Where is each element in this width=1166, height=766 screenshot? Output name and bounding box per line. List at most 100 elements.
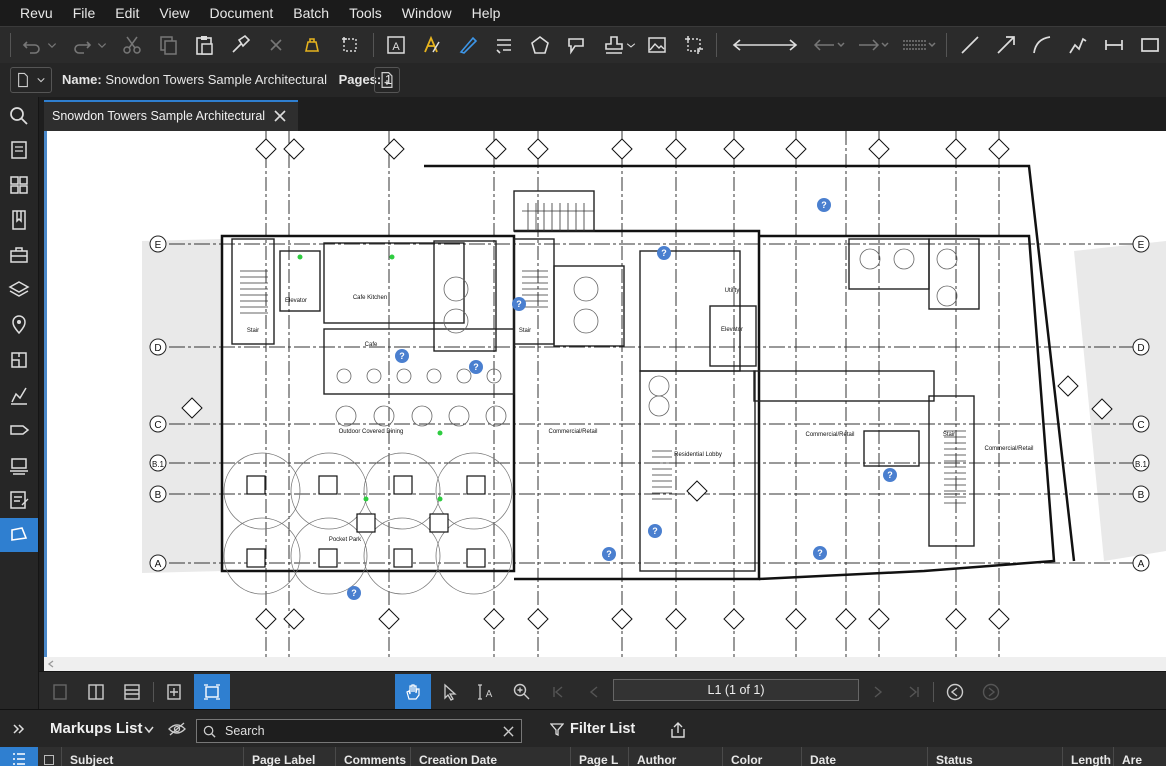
bell-icon[interactable] [298,31,326,59]
measurements-icon[interactable] [0,518,38,552]
column-header-area[interactable]: Are [1113,747,1166,766]
markups-list-title[interactable]: Markups List [50,710,143,748]
image-icon[interactable] [643,31,671,59]
previous-view-icon[interactable] [940,677,970,707]
menu-batch[interactable]: Batch [283,0,339,26]
hide-markups-icon[interactable] [167,721,187,737]
fit-width-icon[interactable] [194,674,230,710]
redo-icon[interactable] [68,31,96,59]
left-panel-bar [0,97,39,709]
toolchest-icon[interactable] [5,241,33,269]
layers-icon[interactable] [5,276,33,304]
chevron-down-icon[interactable] [143,725,155,735]
spaces-icon[interactable] [5,346,33,374]
clear-search-icon[interactable] [503,726,514,737]
typewriter-icon[interactable] [490,31,518,59]
line-style-icon[interactable] [900,31,938,59]
stamp-dropdown-icon[interactable] [624,31,638,59]
column-header-page-label[interactable]: Page Label [243,747,334,766]
rectangle-icon[interactable] [1136,31,1164,59]
format-painter-icon[interactable] [226,31,254,59]
layout-icon[interactable] [5,171,33,199]
select-text-icon[interactable]: A [471,677,501,707]
redo-dropdown-icon[interactable] [94,31,110,59]
paste-icon[interactable] [190,31,218,59]
column-header-subject[interactable]: Subject [61,747,240,766]
menu-help[interactable]: Help [462,0,511,26]
delete-icon[interactable] [262,31,290,59]
list-view-icon[interactable] [0,747,38,766]
menu-document[interactable]: Document [199,0,283,26]
next-page-icon[interactable] [863,677,893,707]
menu-edit[interactable]: Edit [105,0,149,26]
highlight-icon[interactable] [418,31,446,59]
svg-text:A: A [392,41,400,53]
callout-icon[interactable] [562,31,590,59]
file-menu-button[interactable] [10,67,52,93]
menu-file[interactable]: File [63,0,106,26]
search-icon[interactable] [5,102,33,130]
first-page-icon[interactable] [543,677,573,707]
column-header-color[interactable]: Color [722,747,801,766]
pen-icon[interactable] [454,31,482,59]
tags-icon[interactable] [5,416,33,444]
start-arrow-icon[interactable] [812,31,848,59]
add-page-button[interactable] [374,67,400,93]
undo-icon[interactable] [18,31,46,59]
arrow-icon[interactable] [992,31,1020,59]
signatures-icon[interactable] [5,381,33,409]
places-icon[interactable] [5,311,33,339]
bookmarks-icon[interactable] [5,206,33,234]
column-header-author[interactable]: Author [628,747,717,766]
export-icon[interactable] [669,721,687,739]
crop-icon[interactable] [336,31,364,59]
column-header-creation-date[interactable]: Creation Date [410,747,579,766]
page-indicator-field[interactable]: L1 (1 of 1) [613,679,859,701]
previous-page-icon[interactable] [579,677,609,707]
cut-icon[interactable] [118,31,146,59]
column-header-page-l[interactable]: Page L [570,747,621,766]
column-header-comments[interactable]: Comments [335,747,409,766]
text-box-icon[interactable]: A [382,31,410,59]
forms-icon[interactable] [5,486,33,514]
document-name: Snowdon Towers Sample Architectural [105,72,327,87]
document-tab[interactable]: Snowdon Towers Sample Architectural [44,100,298,131]
snapshot-icon[interactable] [680,31,708,59]
end-arrow-icon[interactable] [856,31,892,59]
split-horizontal-icon[interactable] [117,677,147,707]
toolbar-separator [373,33,374,57]
expand-panel-button[interactable] [0,710,38,748]
column-header-status[interactable]: Status [927,747,1056,766]
zoom-icon[interactable] [507,677,537,707]
column-header-date[interactable]: Date [801,747,920,766]
last-page-icon[interactable] [899,677,929,707]
dimension-line-icon[interactable] [730,31,800,59]
polygon-icon[interactable] [526,31,554,59]
drawing-canvas[interactable]: ??? ??? ??? ? E E D D C C B.1 B.1 B B A … [44,131,1166,657]
select-all-checkbox[interactable] [44,755,54,765]
next-view-icon[interactable] [976,677,1006,707]
arc-icon[interactable] [1028,31,1056,59]
polyline-icon[interactable] [1064,31,1092,59]
search-input[interactable]: Search [196,719,522,743]
svg-text:?: ? [661,248,667,258]
menu-view[interactable]: View [149,0,199,26]
filter-list-button[interactable]: Filter List [550,710,635,748]
dimension-icon[interactable] [1100,31,1128,59]
menu-tools[interactable]: Tools [339,0,392,26]
single-page-icon[interactable] [45,677,75,707]
undo-dropdown-icon[interactable] [44,31,60,59]
horizontal-scrollbar[interactable] [44,657,1166,671]
pan-hand-icon[interactable] [395,674,431,710]
stamp-panel-icon[interactable] [5,451,33,479]
select-arrow-icon[interactable] [435,677,465,707]
fit-page-icon[interactable] [159,677,189,707]
scroll-left-icon[interactable] [46,659,56,669]
copy-icon[interactable] [154,31,182,59]
menu-window[interactable]: Window [392,0,462,26]
split-vertical-icon[interactable] [81,677,111,707]
close-icon[interactable] [273,109,287,123]
thumbnails-icon[interactable] [5,136,33,164]
line-icon[interactable] [956,31,984,59]
menu-revu[interactable]: Revu [0,0,63,26]
